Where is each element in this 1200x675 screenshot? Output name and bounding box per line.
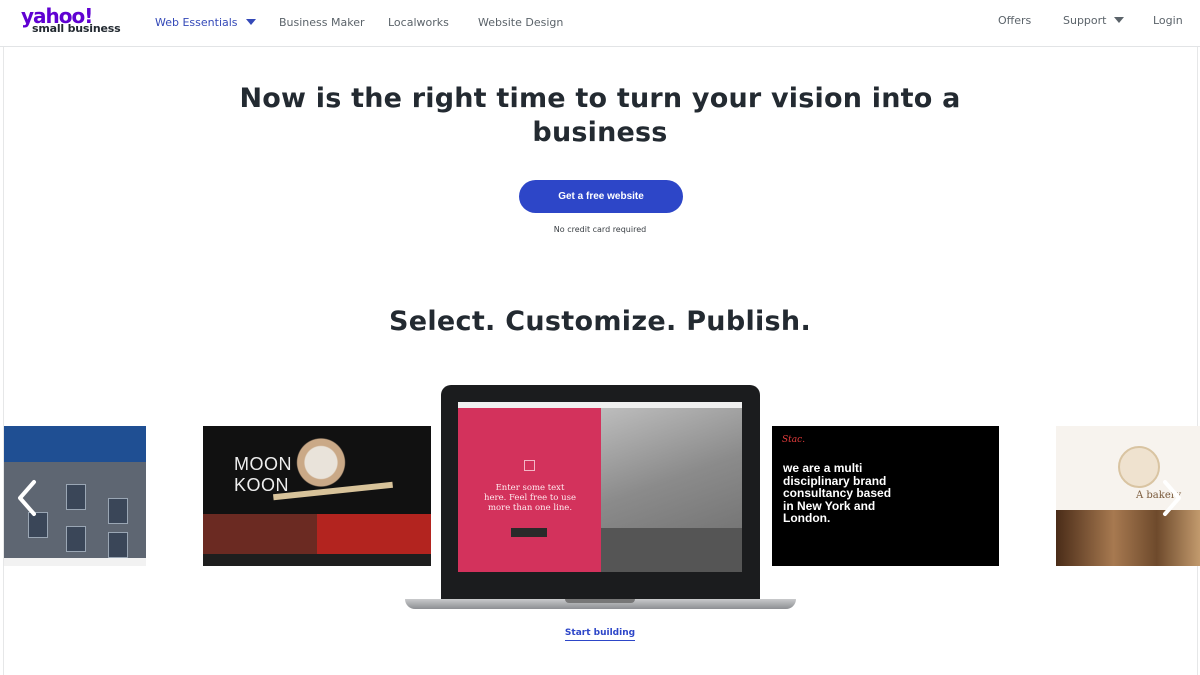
top-navigation: yahoo! small business Web Essentials Bus… bbox=[0, 0, 1200, 47]
thumb-moon-koon-title: MOON KOON bbox=[234, 454, 292, 496]
thumb-moon-title-line1: MOON bbox=[234, 454, 292, 474]
hero-title: Now is the right time to turn your visio… bbox=[200, 82, 1000, 150]
image-placeholder-icon bbox=[524, 460, 535, 471]
thumb-moon-title-line2: KOON bbox=[234, 475, 290, 495]
preview-placeholder-text: Enter some text here. Feel free to use m… bbox=[484, 483, 576, 513]
thumb-sky bbox=[4, 426, 146, 466]
template-thumbnail-moon-koon[interactable]: MOON KOON bbox=[203, 426, 431, 566]
thumb-footer-bar bbox=[4, 558, 146, 566]
yahoo-small-business-logo[interactable]: yahoo! small business bbox=[21, 6, 121, 37]
start-building-label: Start building bbox=[564, 628, 636, 641]
thumb-window bbox=[108, 532, 128, 558]
nav-website-design[interactable]: Website Design bbox=[478, 16, 563, 29]
chevron-down-icon bbox=[1114, 17, 1125, 23]
cta-note: No credit card required bbox=[553, 225, 647, 234]
carousel-next-button[interactable] bbox=[1157, 478, 1187, 518]
thumb-consultancy-tagline: we are a multi disciplinary brand consul… bbox=[783, 461, 892, 526]
chevron-down-icon bbox=[245, 19, 256, 25]
laptop-notch bbox=[565, 599, 635, 603]
get-free-website-button[interactable]: Get a free website bbox=[519, 180, 683, 213]
preview-pink-panel: Enter some text here. Feel free to use m… bbox=[458, 408, 601, 572]
laptop-screen-preview[interactable]: Enter some text here. Feel free to use m… bbox=[458, 402, 742, 582]
thumb-chef-image bbox=[293, 438, 349, 508]
chevron-left-icon bbox=[18, 480, 36, 516]
nav-localworks[interactable]: Localworks bbox=[388, 16, 449, 29]
hero-title-line1: Now is the right time to turn your visio… bbox=[239, 83, 961, 114]
thumb-window bbox=[108, 498, 128, 524]
thumb-window bbox=[66, 484, 86, 510]
carousel-prev-button[interactable] bbox=[12, 478, 42, 518]
thumb-bread-badge bbox=[1118, 446, 1160, 488]
thumb-bread-image bbox=[1056, 510, 1200, 566]
nav-business-maker[interactable]: Business Maker bbox=[279, 16, 365, 29]
screen-bezel-bottom bbox=[458, 572, 742, 582]
section-title: Select. Customize. Publish. bbox=[388, 306, 812, 337]
chevron-right-icon bbox=[1163, 480, 1181, 516]
preview-ground bbox=[601, 528, 742, 572]
start-building-link[interactable]: Start building bbox=[560, 628, 640, 641]
preview-button bbox=[511, 528, 547, 537]
nav-login[interactable]: Login bbox=[1153, 14, 1183, 27]
nav-web-essentials-label: Web Essentials bbox=[155, 16, 238, 29]
thumb-footer-bar bbox=[203, 554, 431, 566]
logo-subline: small business bbox=[32, 22, 121, 35]
hero-title-line2: business bbox=[532, 117, 668, 148]
nav-support[interactable]: Support bbox=[1063, 14, 1125, 27]
nav-web-essentials[interactable]: Web Essentials bbox=[155, 16, 256, 29]
nav-offers[interactable]: Offers bbox=[998, 14, 1031, 27]
thumb-brick-image bbox=[203, 514, 317, 554]
nav-support-label: Support bbox=[1063, 14, 1107, 27]
template-thumbnail-consultancy[interactable]: Stac. we are a multi disciplinary brand … bbox=[772, 426, 999, 566]
thumb-stac-logo: Stac. bbox=[782, 435, 806, 445]
thumb-window bbox=[66, 526, 86, 552]
